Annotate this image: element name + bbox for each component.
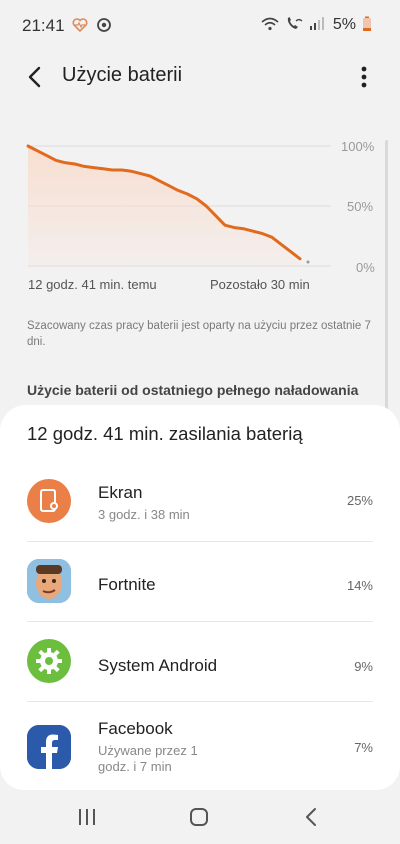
facebook-icon <box>27 725 71 769</box>
more-options-button[interactable] <box>352 62 376 92</box>
more-vertical-icon <box>361 66 367 88</box>
battery-chart-plot <box>26 144 331 267</box>
battery-low-icon <box>362 16 380 34</box>
sync-icon <box>96 17 114 35</box>
back-button[interactable] <box>20 62 50 92</box>
fortnite-app-icon <box>27 559 71 603</box>
heart-rate-icon <box>72 17 90 35</box>
home-icon <box>190 808 208 826</box>
app-row-system-android[interactable]: System Android 9% <box>0 621 400 701</box>
battery-percent: 5% <box>332 16 356 33</box>
section-header: Użycie baterii od ostatniego pełnego nał… <box>27 382 359 398</box>
usage-card: 12 godz. 41 min. zasilania baterią Ekran… <box>0 405 400 790</box>
app-name: Ekran <box>98 483 143 502</box>
recent-apps-icon <box>79 809 95 825</box>
estimate-note: Szacowany czas pracy baterii jest oparty… <box>27 320 371 348</box>
status-time: 21:41 <box>22 16 65 35</box>
chevron-left-icon <box>28 66 41 88</box>
app-row-facebook[interactable]: Facebook Używane przez 1 godz. i 7 min 7… <box>0 701 400 787</box>
status-bar: 21:41 5% <box>0 0 400 52</box>
app-usage-time: Używane przez 1 godz. i 7 min <box>98 743 198 774</box>
y-tick-50: 50% <box>347 199 374 214</box>
page-title: Użycie baterii <box>62 64 183 86</box>
app-name: Fortnite <box>98 575 156 594</box>
y-tick-0: 0% <box>356 260 375 275</box>
app-name: System Android <box>98 656 218 675</box>
nav-back-button[interactable] <box>291 802 331 832</box>
y-tick-100: 100% <box>341 139 375 154</box>
chart-end-label: Pozostało 30 min <box>210 277 310 292</box>
android-system-gear-icon <box>27 639 71 683</box>
app-percent: 7% <box>354 740 373 755</box>
app-bar: Użycie baterii <box>0 52 400 100</box>
screen-brightness-icon <box>27 479 71 523</box>
app-usage-time: 3 godz. i 38 min <box>98 507 190 522</box>
app-row-fortnite[interactable]: Fortnite 14% <box>0 541 400 621</box>
battery-chart: 100% 50% 0% 12 godz. 41 min. temu Pozost… <box>0 130 400 300</box>
home-button[interactable] <box>179 802 219 832</box>
usage-total-title: 12 godz. 41 min. zasilania baterią <box>27 423 303 444</box>
app-row-ekran[interactable]: Ekran 3 godz. i 38 min 25% <box>0 463 400 543</box>
recent-apps-button[interactable] <box>67 802 107 832</box>
app-percent: 25% <box>346 493 373 508</box>
app-percent: 9% <box>354 659 373 674</box>
chart-start-label: 12 godz. 41 min. temu <box>28 277 157 292</box>
navigation-bar <box>0 790 400 844</box>
wifi-calling-icon <box>285 16 303 34</box>
divider <box>27 541 373 542</box>
app-percent: 14% <box>346 578 373 593</box>
divider <box>27 701 373 702</box>
back-icon <box>306 808 316 826</box>
app-name: Facebook <box>98 719 173 738</box>
chart-end-marker <box>306 260 310 264</box>
signal-icon <box>309 16 327 34</box>
wifi-icon <box>261 16 279 34</box>
divider <box>27 621 373 622</box>
